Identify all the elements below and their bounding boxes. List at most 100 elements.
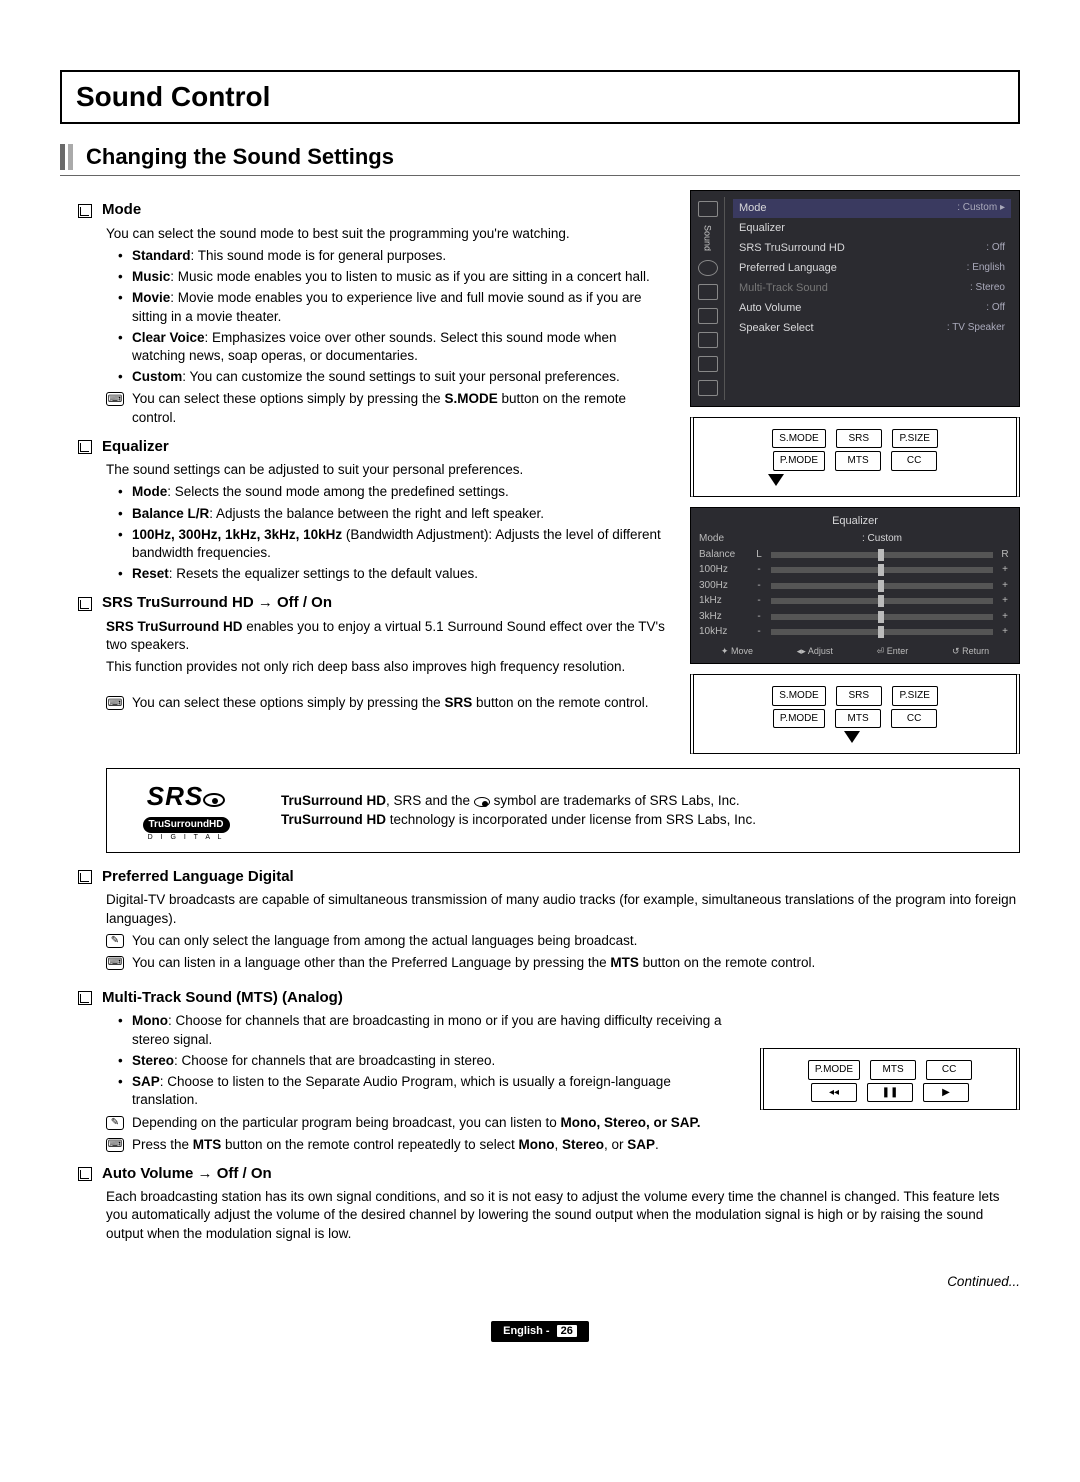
srs-note: ⌨ You can select these options simply by… [106,694,670,712]
section-bars-icon [60,144,76,170]
oval-icon [203,793,225,807]
srs-heading-text: SRS TruSurround HD → Off / On [102,593,332,613]
mode-heading-text: Mode [102,200,141,220]
list-item: Standard: This sound mode is for general… [118,247,670,265]
page-footer: English - 26 [60,1321,1020,1342]
mts-button: MTS [870,1060,916,1080]
osd-equalizer: Equalizer Mode: Custom BalanceLR 100Hz-+… [690,507,1020,664]
checkbox-icon [78,440,92,454]
preflang-note2: ⌨ You can listen in a language other tha… [106,954,1020,972]
checkbox-icon [78,1167,92,1181]
page-title-box: Sound Control [60,70,1020,124]
psize-button: P.SIZE [892,429,938,449]
autovol-heading: Auto Volume → Off / On [78,1164,1020,1184]
osd-row: Preferred Language: English [733,259,1011,278]
equalizer-intro: The sound settings can be adjusted to su… [106,461,670,479]
srs-trademark-box: SRS TruSurroundHD D I G I T A L TruSurro… [106,768,1020,853]
osd-sound-menu: Sound Mode: Custom ▸ Equalizer SRS TruSu… [690,190,1020,406]
pause-button: ❚❚ [867,1083,913,1103]
checkbox-icon [78,204,92,218]
section-title: Changing the Sound Settings [86,142,394,172]
speaker-icon [698,260,718,276]
arrow-down-icon [844,731,860,743]
smode-button: S.MODE [772,686,825,706]
osd-row: Multi-Track Sound: Stereo [733,279,1011,298]
equalizer-heading-text: Equalizer [102,437,169,457]
srs-p2: This function provides not only rich dee… [106,658,670,676]
list-item: Music: Music mode enables you to listen … [118,268,670,286]
mts-button: MTS [835,709,881,729]
eq-row: 100Hz-+ [699,563,1011,577]
note-icon: ✎ [106,934,124,948]
list-item: Movie: Movie mode enables you to experie… [118,289,670,325]
list-item: Clear Voice: Emphasizes voice over other… [118,329,670,365]
mode-list: Standard: This sound mode is for general… [118,247,670,387]
srs-p1: SRS TruSurround HD enables you to enjoy … [106,618,670,654]
mts-note1: ✎ Depending on the particular program be… [106,1114,740,1132]
list-item: Balance L/R: Adjusts the balance between… [118,505,670,523]
mode-heading: Mode [78,200,670,220]
remote-icon: ⌨ [106,1138,124,1152]
section-heading: Changing the Sound Settings [60,142,1020,177]
eq-mode-row: Mode: Custom [699,532,1011,546]
srs-heading: SRS TruSurround HD → Off / On [78,593,670,613]
list-item: Mono: Choose for channels that are broad… [118,1012,740,1048]
mts-note2: ⌨ Press the MTS button on the remote con… [106,1136,740,1154]
preflang-desc: Digital-TV broadcasts are capable of sim… [106,891,1020,927]
equalizer-heading: Equalizer [78,437,670,457]
mode-intro: You can select the sound mode to best su… [106,225,670,243]
osd-rows: Mode: Custom ▸ Equalizer SRS TruSurround… [725,197,1019,399]
srs-button: SRS [836,686,882,706]
cc-button: CC [926,1060,972,1080]
list-item: 100Hz, 300Hz, 1kHz, 3kHz, 10kHz (Bandwid… [118,526,670,562]
play-button: ▶ [923,1083,969,1103]
page-title: Sound Control [76,78,1004,116]
remote-diagram-1: S.MODE SRS P.SIZE P.MODE MTS CC [690,417,1020,497]
remote-icon: ⌨ [106,392,124,406]
eq-row: 300Hz-+ [699,579,1011,593]
remote-diagram-2: S.MODE SRS P.SIZE P.MODE MTS CC [690,674,1020,754]
srs-button: SRS [836,429,882,449]
osd-row: Speaker Select: TV Speaker [733,319,1011,338]
osd-side-label: Sound [701,225,713,251]
eq-row: 10kHz-+ [699,625,1011,639]
continued-label: Continued... [78,1273,1020,1291]
preflang-note1: ✎ You can only select the language from … [106,932,1020,950]
srs-trademark-text: TruSurround HD, SRS and the symbol are t… [281,792,756,828]
list-item: Custom: You can customize the sound sett… [118,368,670,386]
picture-icon [698,284,718,300]
osd-row: Mode: Custom ▸ [733,199,1011,218]
remote-diagram-3: P.MODE MTS CC ◂◂ ❚❚ ▶ [760,1048,1020,1110]
eq-row: 1kHz-+ [699,594,1011,608]
eq-row: BalanceLR [699,548,1011,562]
pmode-button: P.MODE [773,709,825,729]
autovol-desc: Each broadcasting station has its own si… [106,1188,1020,1243]
help-icon [698,380,718,396]
psize-button: P.SIZE [892,686,938,706]
preflang-heading: Preferred Language Digital [78,867,1020,887]
checkbox-icon [78,597,92,611]
srs-logo-pill: TruSurroundHD [143,817,230,833]
apps-icon [698,356,718,372]
gear-icon [698,308,718,324]
osd-row: Auto Volume: Off [733,299,1011,318]
list-item: Mode: Selects the sound mode among the p… [118,483,670,501]
remote-icon: ⌨ [106,696,124,710]
equalizer-list: Mode: Selects the sound mode among the p… [118,483,670,583]
mts-heading: Multi-Track Sound (MTS) (Analog) [78,988,740,1008]
checkbox-icon [78,870,92,884]
preflang-heading-text: Preferred Language Digital [102,867,294,887]
input-icon [698,332,718,348]
osd-row: SRS TruSurround HD: Off [733,239,1011,258]
list-item: SAP: Choose to listen to the Separate Au… [118,1073,740,1109]
oval-icon [474,797,490,807]
srs-logo: SRS TruSurroundHD D I G I T A L [121,779,251,842]
mts-list: Mono: Choose for channels that are broad… [118,1012,740,1109]
cc-button: CC [891,451,937,471]
osd-row: Equalizer [733,219,1011,238]
remote-icon: ⌨ [106,956,124,970]
mts-heading-text: Multi-Track Sound (MTS) (Analog) [102,988,343,1008]
tv-icon [698,201,718,217]
cc-button: CC [891,709,937,729]
note-icon: ✎ [106,1116,124,1130]
